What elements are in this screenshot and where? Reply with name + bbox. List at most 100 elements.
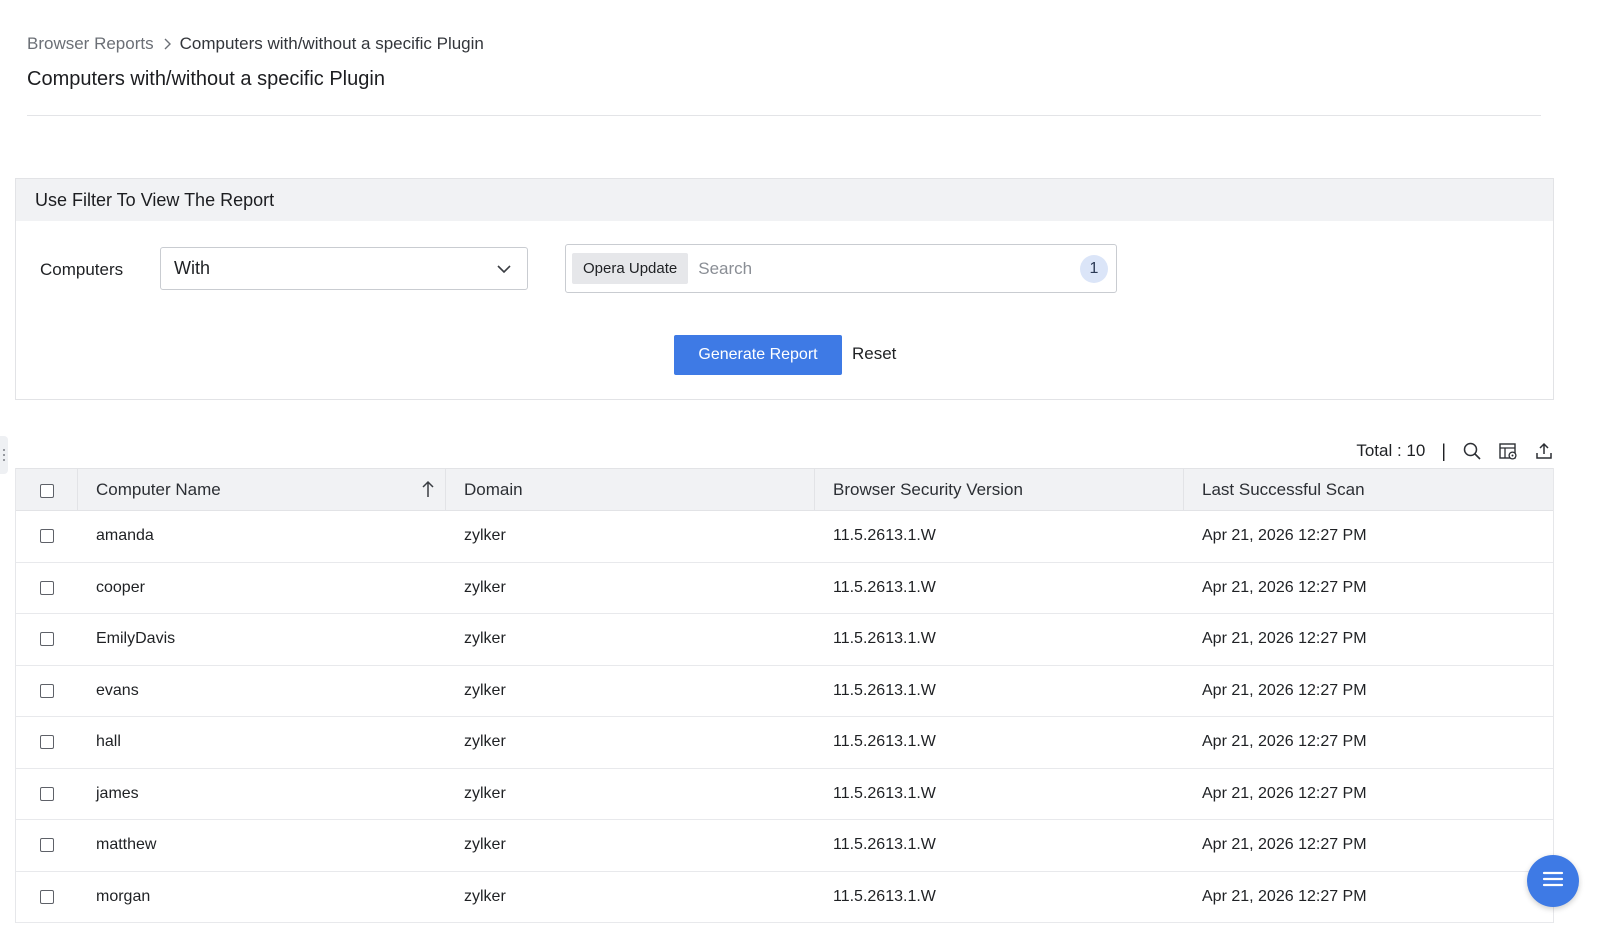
cell-computer-name: evans [96,681,139,699]
select-all-checkbox[interactable] [39,483,54,498]
toolbar-divider: | [1441,440,1446,461]
cell-domain: zylker [464,784,506,802]
row-checkbox-cell [16,769,78,820]
row-checkbox-cell [16,820,78,871]
chevron-right-icon [162,38,172,50]
total-count: Total : 10 [1356,441,1426,460]
row-checkbox[interactable] [40,889,54,904]
row-checkbox[interactable] [40,786,54,801]
table-body: amanda zylker 11.5.2613.1.W Apr 21, 2026… [16,511,1553,923]
cell-domain: zylker [464,630,506,648]
cell-domain: zylker [464,836,506,854]
column-header-browser-security-version[interactable]: Browser Security Version [815,469,1184,510]
cell-computer-name: hall [96,733,121,751]
table-row[interactable]: evans zylker 11.5.2613.1.W Apr 21, 2026 … [16,666,1553,717]
cell-version: 11.5.2613.1.W [833,887,936,905]
breadcrumb-current: Computers with/without a specific Plugin [179,34,484,53]
column-header-last-successful-scan[interactable]: Last Successful Scan [1184,469,1553,510]
breadcrumb: Browser Reports Computers with/without a… [27,34,484,54]
plugin-chip[interactable]: Opera Update [572,253,689,284]
cell-version: 11.5.2613.1.W [833,836,936,854]
row-checkbox[interactable] [40,529,54,543]
plugin-search-input[interactable] [698,253,1080,284]
table-header: Computer Name Domain Browser Security Ve… [16,468,1553,511]
search-icon[interactable] [1462,441,1482,461]
cell-computer-name: james [96,784,139,802]
cell-version: 11.5.2613.1.W [833,733,936,751]
cell-last-scan: Apr 21, 2026 12:27 PM [1202,784,1367,802]
cell-computer-name: EmilyDavis [96,630,176,648]
header-checkbox-cell [16,469,78,510]
column-settings-icon[interactable] [1498,441,1518,461]
with-without-select[interactable]: With [160,247,528,290]
cell-domain: zylker [464,681,506,699]
row-checkbox-cell [16,666,78,717]
table-row[interactable]: cooper zylker 11.5.2613.1.W Apr 21, 2026… [16,563,1553,614]
cell-domain: zylker [464,527,506,545]
table-row[interactable]: EmilyDavis zylker 11.5.2613.1.W Apr 21, … [16,614,1553,666]
page-title: Computers with/without a specific Plugin [27,68,385,90]
handle-dot-icon [3,454,5,456]
cell-domain: zylker [464,578,506,596]
handle-dot-icon [3,459,5,461]
cell-computer-name: cooper [96,578,145,596]
row-checkbox[interactable] [40,632,54,646]
column-header-label: Browser Security Version [833,479,1023,499]
column-header-computer-name[interactable]: Computer Name [78,469,446,510]
row-checkbox[interactable] [40,735,54,749]
cell-computer-name: matthew [96,836,157,854]
cell-version: 11.5.2613.1.W [833,681,936,699]
cell-last-scan: Apr 21, 2026 12:27 PM [1202,527,1367,545]
selected-count-badge: 1 [1080,254,1108,283]
column-header-domain[interactable]: Domain [446,469,815,510]
plugin-tag-input[interactable]: Opera Update 1 [565,244,1117,293]
cell-version: 11.5.2613.1.W [833,630,936,648]
breadcrumb-browser-reports[interactable]: Browser Reports [27,34,154,54]
row-checkbox-cell [16,614,78,665]
title-divider [27,115,1541,116]
computers-label: Computers [40,260,124,279]
chevron-down-icon [497,258,511,279]
side-panel-handle[interactable] [0,436,8,474]
row-checkbox[interactable] [40,580,54,595]
table-row[interactable]: amanda zylker 11.5.2613.1.W Apr 21, 2026… [16,511,1553,563]
cell-version: 11.5.2613.1.W [833,578,936,596]
computers-table: Computer Name Domain Browser Security Ve… [15,468,1554,923]
cell-last-scan: Apr 21, 2026 12:27 PM [1202,733,1367,751]
row-checkbox-cell [16,717,78,768]
cell-domain: zylker [464,733,506,751]
row-checkbox[interactable] [40,683,54,698]
cell-last-scan: Apr 21, 2026 12:27 PM [1202,681,1367,699]
table-row[interactable]: matthew zylker 11.5.2613.1.W Apr 21, 202… [16,820,1553,872]
cell-last-scan: Apr 21, 2026 12:27 PM [1202,630,1367,648]
column-header-label: Domain [464,479,523,499]
column-header-label: Computer Name [96,479,221,499]
generate-report-button[interactable]: Generate Report [674,335,842,375]
table-row[interactable]: james zylker 11.5.2613.1.W Apr 21, 2026 … [16,769,1553,820]
handle-dot-icon [3,449,5,451]
reset-button[interactable]: Reset [852,344,896,364]
table-toolbar: Total : 10 | [1356,440,1554,462]
row-checkbox-cell [16,872,78,923]
cell-computer-name: morgan [96,887,151,905]
filter-heading: Use Filter To View The Report [16,179,1553,221]
row-checkbox-cell [16,511,78,562]
table-row[interactable]: hall zylker 11.5.2613.1.W Apr 21, 2026 1… [16,717,1553,769]
table-row[interactable]: morgan zylker 11.5.2613.1.W Apr 21, 2026… [16,872,1553,923]
filter-panel: Use Filter To View The Report Computers … [15,178,1554,400]
cell-version: 11.5.2613.1.W [833,784,936,802]
row-checkbox[interactable] [40,838,54,852]
cell-computer-name: amanda [96,527,154,545]
cell-last-scan: Apr 21, 2026 12:27 PM [1202,578,1367,596]
sort-ascending-icon[interactable] [421,480,435,503]
report-page: Browser Reports Computers with/without a… [0,0,1599,926]
row-checkbox-cell [16,563,78,614]
cell-last-scan: Apr 21, 2026 12:27 PM [1202,836,1367,854]
quick-menu-button[interactable] [1527,855,1579,907]
column-header-label: Last Successful Scan [1202,479,1365,499]
select-value: With [174,258,210,278]
cell-domain: zylker [464,887,506,905]
cell-last-scan: Apr 21, 2026 12:27 PM [1202,887,1367,905]
export-icon[interactable] [1534,441,1554,461]
cell-version: 11.5.2613.1.W [833,527,936,545]
